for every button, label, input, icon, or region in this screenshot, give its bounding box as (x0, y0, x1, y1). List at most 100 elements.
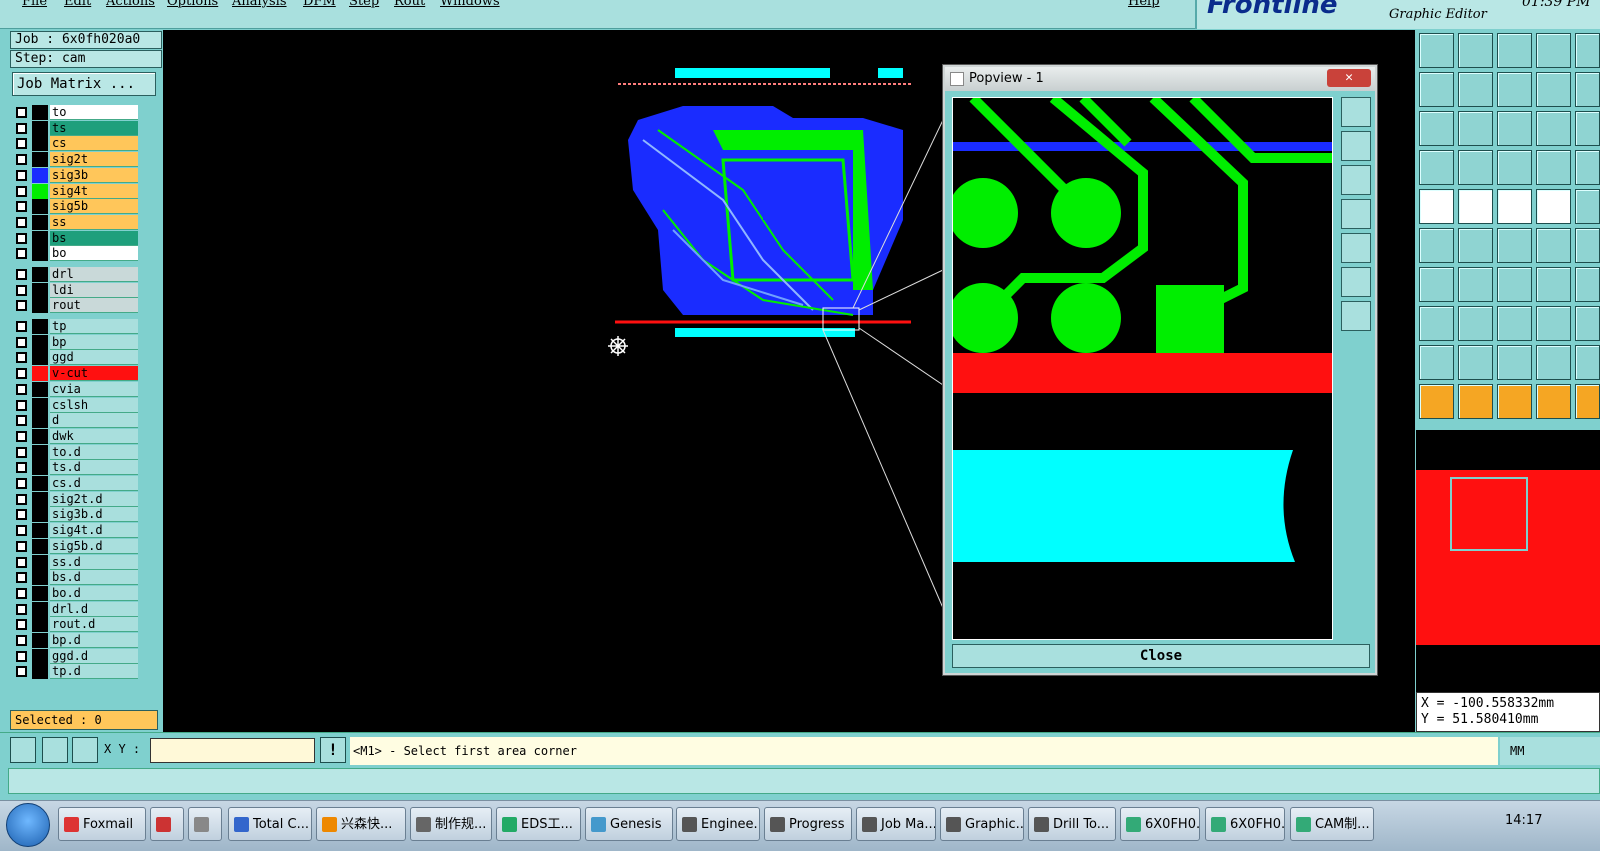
tool-button-icon[interactable] (1458, 189, 1493, 224)
taskbar-item[interactable]: EDS工... (496, 807, 581, 841)
popview-close-icon[interactable]: ✕ (1327, 69, 1371, 87)
layer-tp[interactable]: tp (14, 319, 138, 334)
layer-checkbox[interactable] (16, 122, 27, 134)
tool-button-icon[interactable] (1536, 306, 1571, 341)
layer-checkbox[interactable] (16, 540, 27, 552)
layer-checkbox[interactable] (16, 269, 27, 280)
layer-checkbox[interactable] (16, 493, 27, 505)
taskbar-item[interactable]: Progress (764, 807, 852, 841)
layer-checkbox[interactable] (16, 232, 27, 244)
tool-button-icon[interactable] (1419, 189, 1454, 224)
tool-button-icon[interactable] (1536, 150, 1571, 185)
taskbar-item[interactable]: Genesis (585, 807, 673, 841)
tool-button-icon[interactable] (1419, 384, 1454, 419)
menu-analysis[interactable]: Analysis (232, 0, 287, 9)
layer-sig2t[interactable]: sig2t (14, 152, 138, 168)
layer-checkbox[interactable] (16, 525, 27, 537)
layer-checkbox[interactable] (16, 352, 27, 364)
popview-down-icon[interactable] (1341, 165, 1371, 195)
layer-bp[interactable]: bp (14, 334, 138, 350)
tool-button-icon[interactable] (1497, 150, 1532, 185)
layer-cvia[interactable]: cvia (14, 381, 138, 397)
tool-button-icon[interactable] (1497, 267, 1532, 302)
layer-checkbox[interactable] (16, 666, 27, 678)
layer-drl[interactable]: drl (14, 267, 138, 282)
taskbar-item[interactable]: Foxmail (58, 807, 146, 841)
layer-checkbox[interactable] (16, 415, 27, 427)
layer-checkbox[interactable] (16, 572, 27, 584)
layer-checkbox[interactable] (16, 138, 27, 150)
layer-ts[interactable]: ts (14, 120, 138, 136)
snap-grid-icon[interactable] (10, 737, 36, 763)
tool-button-icon[interactable] (1497, 306, 1532, 341)
menu-help[interactable]: Help (1128, 0, 1160, 9)
tool-button-icon[interactable] (1458, 306, 1493, 341)
tool-button-icon[interactable] (1575, 33, 1600, 68)
layer-rout.d[interactable]: rout.d (14, 617, 138, 633)
tool-button-icon[interactable] (1536, 384, 1571, 419)
taskbar-item[interactable]: 兴森快... (316, 807, 406, 841)
layer-sig3b.d[interactable]: sig3b.d (14, 507, 138, 523)
layer-checkbox[interactable] (16, 462, 27, 474)
layer-bo[interactable]: bo (14, 246, 138, 262)
tool-button-icon[interactable] (1458, 150, 1493, 185)
taskbar-item[interactable]: Enginee... (676, 807, 760, 841)
layer-tp.d[interactable]: tp.d (14, 664, 138, 680)
alert-button[interactable]: ! (320, 737, 346, 763)
taskbar-clock[interactable]: 14:17 (1505, 813, 1542, 828)
layer-checkbox[interactable] (16, 107, 27, 118)
tool-button-icon[interactable] (1536, 72, 1571, 107)
layer-sig2t.d[interactable]: sig2t.d (14, 491, 138, 507)
layer-checkbox[interactable] (16, 368, 27, 380)
layer-checkbox[interactable] (16, 556, 27, 568)
layer-checkbox[interactable] (16, 284, 27, 296)
menu-rout[interactable]: Rout (394, 0, 425, 9)
layer-bs[interactable]: bs (14, 230, 138, 246)
layer-checkbox[interactable] (16, 216, 27, 228)
tool-button-icon[interactable] (1575, 111, 1600, 146)
popview-fit-icon[interactable] (1341, 267, 1371, 297)
layer-ts.d[interactable]: ts.d (14, 460, 138, 476)
menu-file[interactable]: File (22, 0, 47, 9)
layer-checkbox[interactable] (16, 430, 27, 442)
tool-button-icon[interactable] (1458, 33, 1493, 68)
snap-angle-icon[interactable] (42, 737, 68, 763)
layer-sig3b[interactable]: sig3b (14, 167, 138, 183)
taskbar-item[interactable]: 6X0FH0... (1205, 807, 1285, 841)
tool-button-icon[interactable] (1575, 72, 1600, 107)
start-button-icon[interactable] (6, 803, 50, 847)
tool-button-icon[interactable] (1419, 150, 1454, 185)
layer-checkbox[interactable] (16, 201, 27, 213)
layer-sig4t[interactable]: sig4t (14, 183, 138, 199)
layer-sig5b.d[interactable]: sig5b.d (14, 538, 138, 554)
tool-button-icon[interactable] (1575, 228, 1600, 263)
tool-button-icon[interactable] (1536, 345, 1571, 380)
tool-button-icon[interactable] (1536, 111, 1571, 146)
units-selector[interactable]: MM (1500, 737, 1600, 765)
popview-right-icon[interactable] (1341, 233, 1371, 263)
layer-bp.d[interactable]: bp.d (14, 633, 138, 648)
menu-dfm[interactable]: DFM (303, 0, 336, 9)
menu-edit[interactable]: Edit (64, 0, 91, 9)
layer-checkbox[interactable] (16, 587, 27, 599)
tool-button-icon[interactable] (1497, 345, 1532, 380)
popview-close-button[interactable]: Close (952, 644, 1370, 668)
layer-checkbox[interactable] (16, 154, 27, 166)
taskbar-item[interactable]: Total C... (228, 807, 312, 841)
job-matrix-button[interactable]: Job Matrix ... (12, 72, 156, 96)
tool-button-icon[interactable] (1575, 189, 1600, 224)
xy-input[interactable] (150, 738, 315, 763)
layer-checkbox[interactable] (16, 321, 27, 332)
layer-checkbox[interactable] (16, 619, 27, 631)
layer-checkbox[interactable] (16, 300, 27, 312)
layer-checkbox[interactable] (16, 478, 27, 489)
layer-cs.d[interactable]: cs.d (14, 476, 138, 491)
menu-actions[interactable]: Actions (106, 0, 155, 9)
tool-button-icon[interactable] (1458, 72, 1493, 107)
menu-step[interactable]: Step (349, 0, 379, 9)
tool-button-icon[interactable] (1419, 111, 1454, 146)
layer-drl.d[interactable]: drl.d (14, 601, 138, 617)
taskbar-item[interactable]: CAM制... (1290, 807, 1374, 841)
menu-options[interactable]: Options (167, 0, 218, 9)
layer-checkbox[interactable] (16, 169, 27, 181)
